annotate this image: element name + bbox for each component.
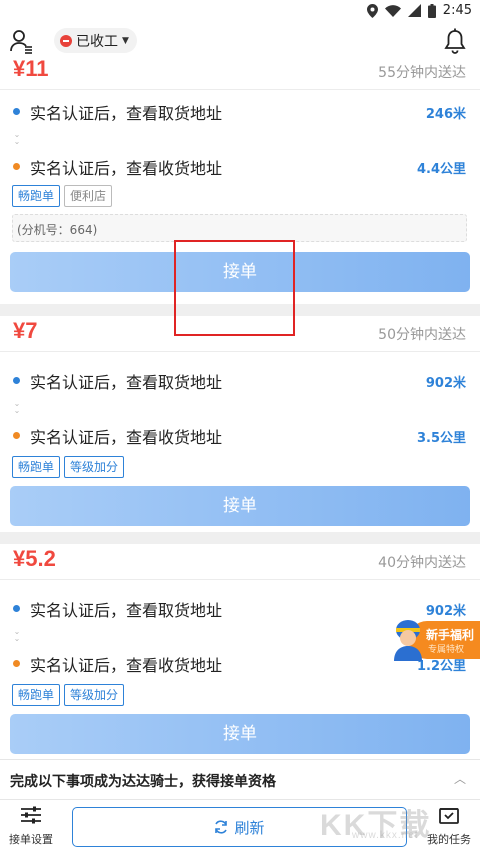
pickup-address: 实名认证后，查看取货地址 — [30, 373, 223, 392]
pickup-row: 实名认证后，查看取货地址 246米 — [0, 96, 480, 126]
order-tags: 畅跑单 便利店 — [12, 185, 113, 207]
dropoff-dot-icon — [13, 163, 20, 170]
tag: 畅跑单 — [12, 185, 61, 207]
tag: 等级加分 — [64, 456, 125, 478]
order-price: ¥7 — [13, 318, 38, 343]
signal-icon — [407, 4, 421, 17]
refresh-label: 刷新 — [234, 818, 265, 837]
refresh-icon — [215, 820, 228, 834]
highlight-box — [174, 240, 295, 336]
pickup-row: 实名认证后，查看取货地址 902米 — [0, 365, 480, 395]
my-tasks-label: 我的任务 — [427, 833, 471, 846]
pickup-address: 实名认证后，查看取货地址 — [30, 601, 223, 620]
route-chevrons-icon: ⌄ ⌄ — [13, 130, 21, 146]
extension-note: (分机号：664) — [12, 214, 467, 242]
order-eta: 50分钟内送达 — [378, 327, 466, 343]
tag: 等级加分 — [64, 684, 125, 706]
qualification-banner[interactable]: 完成以下事项成为达达骑士，获得接单资格 ︿ — [0, 759, 480, 799]
caret-down-icon: ▼ — [122, 35, 129, 46]
user-menu-icon[interactable] — [10, 28, 34, 54]
dropoff-distance: 4.4公里 — [416, 162, 466, 177]
dropoff-address: 实名认证后，查看收货地址 — [30, 656, 223, 675]
order-settings-button[interactable]: 接单设置 — [6, 806, 56, 847]
dropoff-address: 实名认证后，查看收货地址 — [30, 159, 223, 178]
route-chevrons-icon: ⌄ ⌄ — [13, 399, 21, 415]
task-box-icon — [439, 808, 459, 824]
status-bar: 2:45 — [0, 0, 480, 24]
accept-order-button[interactable]: 接单 — [10, 714, 470, 754]
dropoff-distance: 3.5公里 — [416, 431, 466, 446]
pickup-distance: 246米 — [425, 107, 466, 122]
order-header: ¥11 55分钟内送达 — [0, 60, 480, 90]
promo-title: 新手福利 — [426, 628, 475, 642]
pickup-address: 实名认证后，查看取货地址 — [30, 104, 223, 123]
banner-text: 完成以下事项成为达达骑士，获得接单资格 — [10, 774, 276, 790]
order-settings-label: 接单设置 — [9, 833, 53, 846]
chevron-up-icon[interactable]: ︿ — [454, 770, 466, 787]
promo-subtitle: 专属特权 — [428, 645, 465, 655]
stop-icon — [60, 34, 72, 47]
order-eta: 40分钟内送达 — [378, 555, 466, 571]
order-eta: 55分钟内送达 — [378, 65, 466, 81]
dropoff-dot-icon — [13, 432, 20, 439]
pickup-distance: 902米 — [425, 376, 466, 391]
route-chevrons-icon: ⌄ ⌄ — [13, 627, 21, 643]
clock: 2:45 — [442, 3, 472, 18]
location-icon — [366, 3, 378, 18]
order-price: ¥11 — [13, 60, 49, 81]
pickup-dot-icon — [13, 108, 20, 115]
pickup-dot-icon — [13, 605, 20, 612]
newbie-benefit-badge[interactable]: 新手福利 专属特权 — [388, 617, 480, 661]
settings-sliders-icon — [21, 806, 41, 824]
dropoff-address: 实名认证后，查看收货地址 — [30, 428, 223, 447]
top-bar: 已收工 ▼ — [0, 24, 480, 60]
work-status-dropdown[interactable]: 已收工 ▼ — [54, 28, 137, 53]
watermark: KK下载 www.kkx.net — [320, 800, 431, 844]
order-price: ¥5.2 — [13, 546, 56, 571]
rider-mascot-icon — [394, 620, 422, 661]
order-card: ¥7 50分钟内送达 实名认证后，查看取货地址 902米 ⌄ ⌄ 实名认证后，查看… — [0, 316, 480, 532]
dropoff-row: 实名认证后，查看收货地址 3.5公里 — [0, 420, 480, 450]
battery-icon — [427, 3, 436, 18]
tag: 便利店 — [64, 185, 113, 207]
tag: 畅跑单 — [12, 456, 61, 478]
my-tasks-button[interactable]: 我的任务 — [426, 806, 472, 847]
bell-icon[interactable] — [444, 28, 466, 54]
work-status-label: 已收工 — [76, 33, 118, 50]
dropoff-dot-icon — [13, 660, 20, 667]
pickup-dot-icon — [13, 377, 20, 384]
order-header: ¥5.2 40分钟内送达 — [0, 544, 480, 580]
watermark-url: www.kkx.net — [352, 830, 419, 841]
dropoff-row: 实名认证后，查看收货地址 4.4公里 — [0, 151, 480, 181]
order-tags: 畅跑单 等级加分 — [12, 456, 125, 478]
tag: 畅跑单 — [12, 684, 61, 706]
accept-order-button[interactable]: 接单 — [10, 486, 470, 526]
order-tags: 畅跑单 等级加分 — [12, 684, 125, 706]
wifi-icon — [384, 4, 401, 17]
